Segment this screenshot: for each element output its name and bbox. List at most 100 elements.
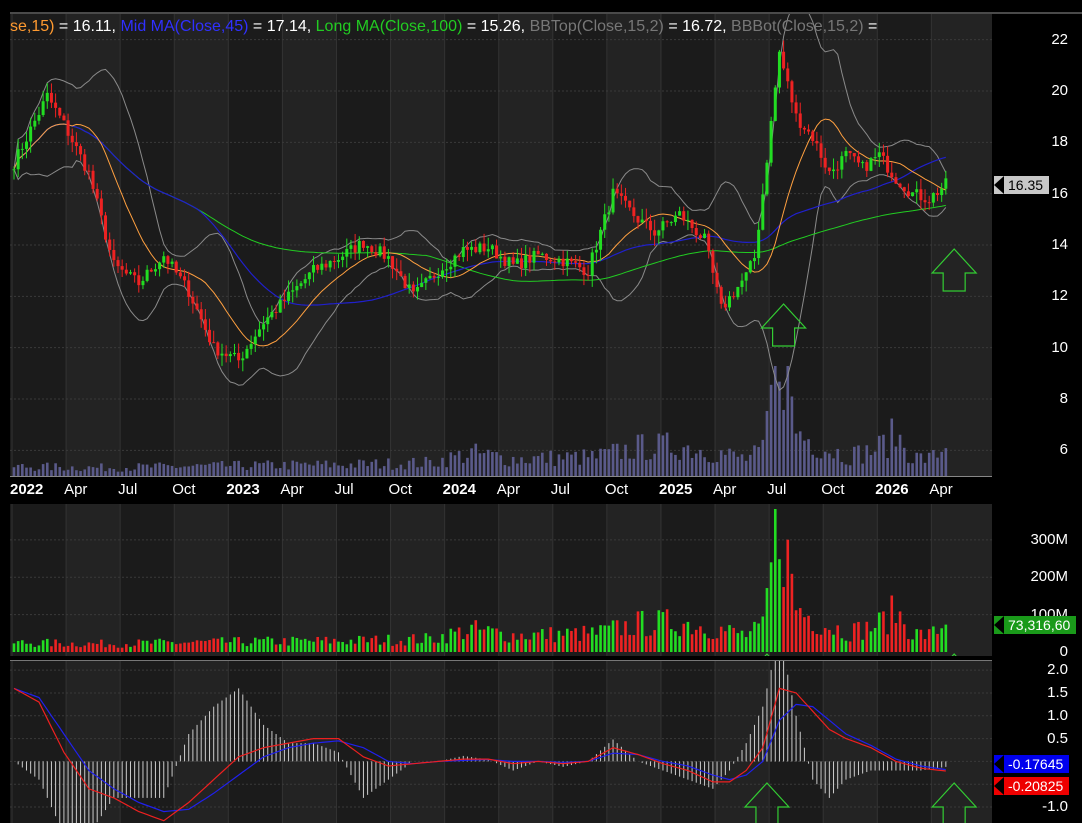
- volume-overlay-bar: [83, 469, 87, 476]
- volume-bar: [782, 587, 785, 652]
- candle-body: [245, 348, 249, 359]
- volume-bar: [174, 644, 178, 652]
- volume-overlay-bar: [495, 452, 498, 476]
- volume-bar: [828, 629, 831, 652]
- volume-bar: [295, 638, 299, 652]
- volume-overlay-bar: [732, 451, 735, 476]
- volume-overlay-bar: [699, 449, 702, 476]
- volume-bar: [599, 625, 602, 652]
- candle-body: [449, 266, 453, 270]
- volume-bar: [437, 642, 440, 652]
- volume-bar: [624, 621, 627, 652]
- candle-body: [624, 195, 628, 201]
- candle-body: [299, 283, 303, 287]
- volume-bar: [794, 610, 798, 652]
- legend-item: =: [863, 18, 882, 35]
- candle-body: [524, 255, 528, 269]
- candle-body: [836, 169, 840, 171]
- candle-body: [890, 172, 894, 178]
- candle-body: [840, 156, 844, 170]
- volume-bar: [653, 630, 656, 652]
- volume-bar: [749, 631, 752, 652]
- volume-overlay-bar: [341, 465, 344, 476]
- volume-bar: [112, 645, 116, 652]
- volume-pane[interactable]: [10, 504, 992, 656]
- price-pane[interactable]: [10, 14, 992, 476]
- volume-overlay-bar: [932, 450, 935, 476]
- volume-bar: [778, 559, 781, 652]
- legend-item: = 17.14,: [248, 18, 316, 35]
- volume-bar: [919, 629, 923, 652]
- candle-body: [332, 260, 336, 262]
- macd-axis[interactable]: 2.01.51.00.50-0.5-1.0-0.17645-0.20825: [992, 661, 1082, 823]
- volume-bar: [66, 645, 70, 652]
- volume-bar: [640, 610, 644, 652]
- candle-body: [599, 229, 603, 250]
- month-label: Apr: [280, 481, 304, 498]
- volume-bar: [944, 624, 948, 652]
- candle-body: [216, 342, 220, 356]
- volume-overlay-bar: [553, 466, 557, 476]
- month-label: Oct: [388, 481, 412, 498]
- volume-bar: [316, 636, 319, 652]
- candle-body: [382, 246, 386, 259]
- volume-bar: [911, 639, 914, 652]
- volume-overlay-bar: [690, 457, 694, 476]
- volume-bar: [312, 641, 315, 652]
- candle-body: [703, 233, 707, 239]
- volume-bar: [204, 641, 207, 652]
- candle-body: [911, 192, 915, 197]
- volume-overlay-bar: [923, 462, 927, 476]
- volume-bar: [75, 646, 78, 652]
- volume-bar: [195, 640, 199, 652]
- candle-body: [208, 329, 212, 343]
- candle-body: [237, 352, 241, 361]
- volume-bar: [320, 640, 324, 652]
- volume-overlay-bar: [898, 434, 902, 476]
- volume-overlay-bar: [902, 447, 906, 476]
- volume-overlay-bar: [503, 465, 507, 476]
- candle-body: [482, 243, 486, 252]
- volume-bar: [62, 646, 66, 652]
- volume-overlay-bar: [848, 465, 852, 476]
- candle-body: [798, 113, 802, 128]
- volume-overlay-bar: [37, 469, 41, 476]
- candle-body: [54, 102, 58, 108]
- volume-overlay-bar: [890, 418, 894, 476]
- price-tick-label: 22: [1051, 30, 1068, 48]
- volume-bar: [270, 638, 274, 652]
- volume-bar: [220, 637, 224, 652]
- volume-overlay-bar: [337, 465, 340, 476]
- legend-item: Long MA(Close,100): [315, 18, 463, 35]
- year-label: 2024: [442, 481, 476, 498]
- volume-overlay-bar: [886, 458, 889, 476]
- volume-bar: [445, 643, 448, 652]
- volume-bar: [707, 638, 711, 652]
- volume-overlay-bar: [266, 460, 270, 476]
- volume-overlay-bar: [457, 451, 461, 476]
- candle-body: [690, 219, 694, 229]
- macd-pane[interactable]: [10, 661, 992, 823]
- candle-body: [104, 215, 108, 240]
- volume-bar: [362, 636, 365, 652]
- volume-bar: [586, 633, 590, 652]
- volume-axis[interactable]: 300M 200M 100M 0 73,316,60: [992, 504, 1082, 661]
- volume-bar: [382, 642, 386, 652]
- volume-overlay-bar: [620, 458, 623, 476]
- volume-bar: [832, 634, 835, 652]
- volume-bar: [757, 623, 760, 652]
- volume-overlay-bar: [811, 454, 815, 476]
- candle-body: [636, 216, 640, 223]
- volume-bar: [848, 641, 852, 652]
- volume-bar: [869, 631, 873, 652]
- candle-body: [736, 286, 740, 298]
- volume-bar: [466, 634, 469, 652]
- candle-body: [936, 193, 940, 196]
- volume-bar: [216, 638, 220, 652]
- volume-overlay-bar: [815, 457, 819, 476]
- candle-body: [141, 280, 145, 286]
- price-axis[interactable]: 22 20 18 16 14 12 10 8 6 16.35: [992, 14, 1082, 504]
- candle-body: [507, 257, 511, 266]
- candle-body: [503, 256, 507, 266]
- volume-bar: [266, 636, 270, 652]
